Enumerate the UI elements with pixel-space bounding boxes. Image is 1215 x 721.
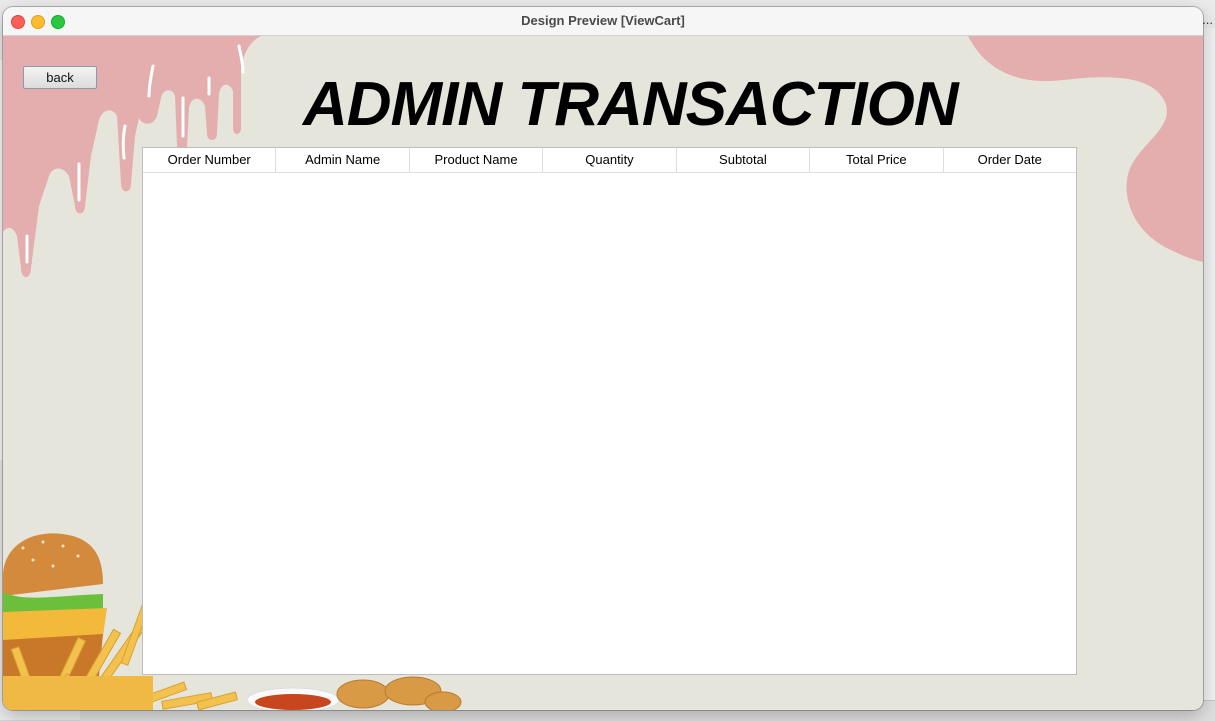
- background-ide-right-panel: [1202, 28, 1215, 708]
- column-header-quantity[interactable]: Quantity: [543, 148, 677, 172]
- column-header-product-name[interactable]: Product Name: [410, 148, 544, 172]
- column-header-order-number[interactable]: Order Number: [143, 148, 277, 172]
- nuggets-image: [336, 676, 462, 710]
- page-title: ADMIN TRANSACTION: [303, 70, 959, 139]
- content-area: back ADMIN TRANSACTION Order Number Admi…: [3, 36, 1203, 710]
- column-header-subtotal[interactable]: Subtotal: [677, 148, 811, 172]
- column-header-total-price[interactable]: Total Price: [810, 148, 944, 172]
- window-title: Design Preview [ViewCart]: [521, 13, 685, 28]
- table-header: Order Number Admin Name Product Name Qua…: [143, 148, 1076, 173]
- title-bar[interactable]: Design Preview [ViewCart]: [3, 7, 1203, 36]
- column-header-order-date[interactable]: Order Date: [944, 148, 1076, 172]
- column-header-admin-name[interactable]: Admin Name: [276, 148, 410, 172]
- preview-window: Design Preview [ViewCart] back ADMIN TRA…: [3, 7, 1203, 710]
- back-button[interactable]: back: [23, 66, 97, 89]
- transactions-table[interactable]: Order Number Admin Name Product Name Qua…: [142, 147, 1077, 675]
- background-overflow-text: ...: [1202, 12, 1213, 27]
- table-body[interactable]: [143, 173, 1076, 674]
